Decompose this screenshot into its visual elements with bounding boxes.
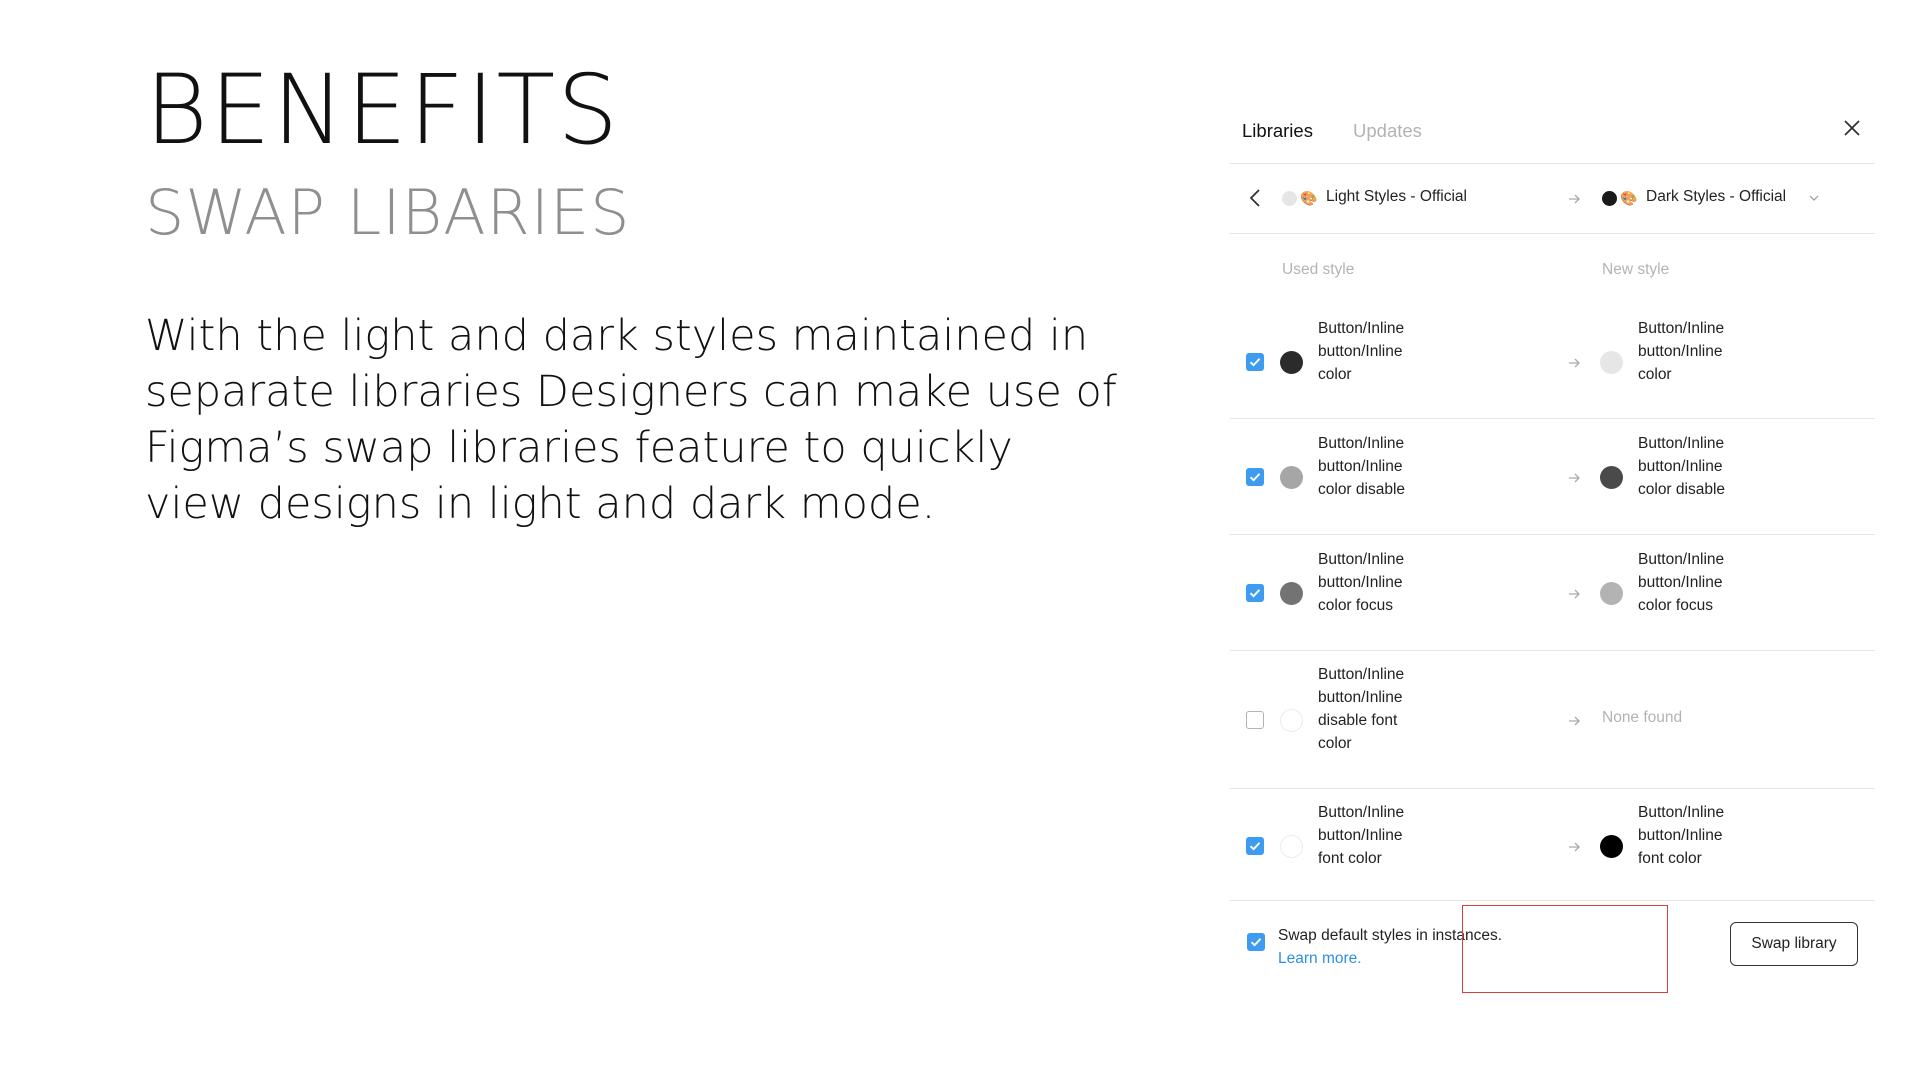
style-line: button/Inline	[1318, 458, 1403, 475]
used-color-swatch	[1280, 582, 1303, 605]
swap-library-button[interactable]: Swap library	[1730, 922, 1858, 966]
source-library-icon: 🎨	[1282, 189, 1322, 207]
style-line: color	[1638, 366, 1672, 383]
slide-title: BENEFITS	[145, 54, 621, 166]
arrow-right-icon	[1569, 194, 1580, 204]
check-icon	[1250, 938, 1262, 947]
style-line: Button/Inline	[1318, 551, 1405, 568]
used-color-swatch	[1280, 835, 1303, 858]
used-style-name: Button/Inline button/Inline font color	[1318, 801, 1438, 870]
style-line: button/Inline	[1318, 827, 1403, 844]
style-line: font color	[1318, 850, 1382, 867]
style-line: Button/Inline	[1318, 804, 1405, 821]
arrow-right-icon	[1569, 589, 1580, 599]
close-icon[interactable]	[1840, 116, 1864, 140]
style-line: button/Inline	[1638, 574, 1723, 591]
arrow-right-icon	[1569, 358, 1580, 368]
new-style-name: Button/Inline button/Inline color focus	[1638, 548, 1758, 617]
style-row: Button/Inline button/Inline font color B…	[1230, 789, 1875, 901]
target-library-name[interactable]: Dark Styles - Official	[1646, 188, 1786, 206]
style-line: color	[1318, 735, 1352, 752]
row-checkbox[interactable]	[1246, 584, 1264, 602]
new-style-name: Button/Inline button/Inline color	[1638, 317, 1758, 386]
style-line: button/Inline	[1318, 343, 1403, 360]
annotation-highlight-box	[1462, 905, 1668, 993]
row-checkbox[interactable]	[1246, 353, 1264, 371]
palette-icon: 🎨	[1620, 190, 1638, 206]
check-icon	[1249, 842, 1261, 851]
style-line: Button/Inline	[1318, 320, 1405, 337]
style-line: button/Inline	[1638, 827, 1723, 844]
used-color-swatch	[1280, 351, 1303, 374]
panel-tabs: Libraries Updates	[1230, 100, 1875, 164]
swap-defaults-checkbox[interactable]	[1247, 933, 1265, 951]
source-library-name: Light Styles - Official	[1326, 188, 1467, 205]
tab-libraries[interactable]: Libraries	[1242, 120, 1313, 142]
target-library-icon: 🎨	[1602, 189, 1642, 207]
used-style-header: Used style	[1282, 261, 1355, 278]
slide-body: With the light and dark styles maintaine…	[145, 311, 1117, 529]
row-checkbox[interactable]	[1246, 711, 1264, 729]
new-style-name: Button/Inline button/Inline color disabl…	[1638, 432, 1758, 501]
palette-icon: 🎨	[1300, 190, 1318, 206]
libraries-panel: Libraries Updates 🎨 Light Styles - Offic…	[1230, 100, 1875, 1020]
style-line: Button/Inline	[1638, 320, 1725, 337]
used-style-name: Button/Inline button/Inline color disabl…	[1318, 432, 1438, 501]
style-row: Button/Inline button/Inline color Button…	[1230, 305, 1875, 419]
style-line: color focus	[1318, 597, 1393, 614]
row-checkbox[interactable]	[1246, 468, 1264, 486]
light-library-dot-icon	[1282, 191, 1297, 206]
row-checkbox[interactable]	[1246, 837, 1264, 855]
used-style-name: Button/Inline button/Inline color focus	[1318, 548, 1438, 617]
arrow-right-icon	[1569, 716, 1580, 726]
style-line: button/Inline	[1638, 458, 1723, 475]
check-icon	[1249, 358, 1261, 367]
new-style-name: Button/Inline button/Inline font color	[1638, 801, 1758, 870]
none-found-text: None found	[1602, 709, 1683, 726]
tab-updates[interactable]: Updates	[1353, 120, 1422, 142]
style-line: button/Inline	[1318, 574, 1403, 591]
style-line: color disable	[1638, 481, 1726, 498]
dark-library-dot-icon	[1602, 191, 1617, 206]
style-line: button/Inline	[1318, 689, 1403, 706]
style-line: color disable	[1318, 481, 1406, 498]
new-color-swatch	[1600, 466, 1623, 489]
used-style-name: Button/Inline button/Inline disable font…	[1318, 663, 1438, 755]
style-row: Button/Inline button/Inline color focus …	[1230, 535, 1875, 651]
arrow-right-icon	[1569, 842, 1580, 852]
style-line: Button/Inline	[1638, 804, 1725, 821]
style-line: color	[1318, 366, 1352, 383]
style-line: button/Inline	[1638, 343, 1723, 360]
style-row: Button/Inline button/Inline disable font…	[1230, 651, 1875, 789]
used-style-name: Button/Inline button/Inline color	[1318, 317, 1438, 386]
new-style-header: New style	[1602, 261, 1670, 278]
style-line: Button/Inline	[1638, 435, 1725, 452]
library-swap-bar: 🎨 Light Styles - Official 🎨 Dark Styles …	[1230, 164, 1875, 234]
chevron-down-icon[interactable]	[1808, 192, 1820, 204]
style-line: Button/Inline	[1318, 666, 1405, 683]
slide-subtitle: SWAP LIBARIES	[145, 176, 631, 249]
new-color-swatch	[1600, 835, 1623, 858]
check-icon	[1249, 589, 1261, 598]
new-color-swatch	[1600, 351, 1623, 374]
back-icon[interactable]	[1244, 186, 1268, 210]
used-color-swatch	[1280, 466, 1303, 489]
style-row: Button/Inline button/Inline color disabl…	[1230, 419, 1875, 535]
style-line: Button/Inline	[1638, 551, 1725, 568]
arrow-right-icon	[1569, 473, 1580, 483]
check-icon	[1249, 473, 1261, 482]
style-line: disable font	[1318, 712, 1398, 729]
style-line: Button/Inline	[1318, 435, 1405, 452]
style-line: font color	[1638, 850, 1702, 867]
new-color-swatch	[1600, 582, 1623, 605]
used-color-swatch	[1280, 709, 1303, 732]
style-line: color focus	[1638, 597, 1713, 614]
